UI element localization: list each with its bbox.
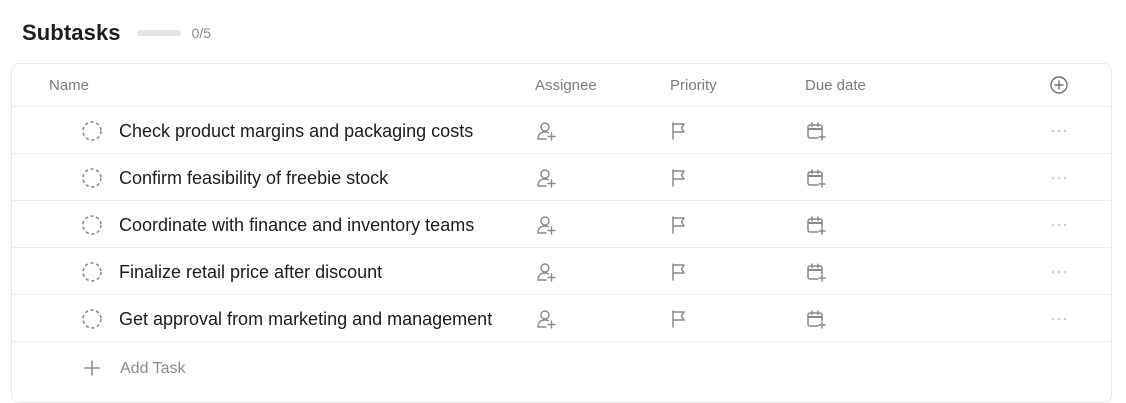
- calendar-add-icon: [805, 169, 827, 193]
- add-task-label: Add Task: [120, 360, 186, 377]
- section-title: Subtasks: [22, 20, 121, 45]
- due-date-cell[interactable]: [805, 308, 827, 330]
- add-person-icon: [535, 216, 557, 240]
- plus-icon: [84, 360, 100, 376]
- flag-icon: [668, 122, 690, 146]
- due-date-cell[interactable]: [805, 120, 827, 142]
- assignee-cell[interactable]: [535, 261, 557, 283]
- flag-icon: [668, 169, 690, 193]
- status-toggle[interactable]: [81, 308, 103, 330]
- task-name[interactable]: Confirm feasibility of freebie stock: [119, 167, 504, 189]
- status-toggle[interactable]: [81, 167, 103, 189]
- priority-cell[interactable]: [668, 308, 690, 330]
- status-toggle[interactable]: [81, 120, 103, 142]
- due-date-cell[interactable]: [805, 167, 827, 189]
- column-header-due-date[interactable]: Due date: [805, 77, 866, 95]
- flag-icon: [668, 310, 690, 334]
- assignee-cell[interactable]: [535, 308, 557, 330]
- add-person-icon: [535, 310, 557, 334]
- add-person-icon: [535, 122, 557, 146]
- subtasks-table: Name Assignee Priority Due date Check pr…: [11, 63, 1112, 403]
- row-more-button[interactable]: [1049, 308, 1069, 330]
- calendar-add-icon: [805, 216, 827, 240]
- priority-cell[interactable]: [668, 120, 690, 142]
- task-name[interactable]: Coordinate with finance and inventory te…: [119, 214, 504, 236]
- progress-bar: [136, 30, 181, 36]
- more-dots-icon: [1049, 270, 1069, 287]
- task-name[interactable]: Check product margins and packaging cost…: [119, 120, 504, 142]
- row-more-button[interactable]: [1049, 261, 1069, 283]
- calendar-add-icon: [805, 122, 827, 146]
- flag-icon: [668, 216, 690, 240]
- status-toggle[interactable]: [81, 261, 103, 283]
- column-header-priority[interactable]: Priority: [670, 77, 717, 95]
- calendar-add-icon: [805, 263, 827, 287]
- column-header-assignee[interactable]: Assignee: [535, 77, 597, 95]
- dashed-circle-icon: [81, 309, 103, 334]
- add-task-button[interactable]: Add Task: [12, 345, 1111, 392]
- dashed-circle-icon: [81, 215, 103, 240]
- task-name[interactable]: Finalize retail price after discount: [119, 261, 504, 283]
- task-name[interactable]: Get approval from marketing and manageme…: [119, 308, 504, 330]
- dashed-circle-icon: [81, 168, 103, 193]
- add-person-icon: [535, 169, 557, 193]
- assignee-cell[interactable]: [535, 214, 557, 236]
- add-person-icon: [535, 263, 557, 287]
- table-header: Name Assignee Priority Due date: [12, 64, 1111, 107]
- subtasks-header: Subtasks 0/5: [22, 18, 211, 48]
- calendar-add-icon: [805, 310, 827, 334]
- due-date-cell[interactable]: [805, 214, 827, 236]
- due-date-cell[interactable]: [805, 261, 827, 283]
- table-row[interactable]: Finalize retail price after discount: [12, 248, 1111, 295]
- assignee-cell[interactable]: [535, 167, 557, 189]
- dashed-circle-icon: [81, 262, 103, 287]
- priority-cell[interactable]: [668, 214, 690, 236]
- row-more-button[interactable]: [1049, 120, 1069, 142]
- row-more-button[interactable]: [1049, 167, 1069, 189]
- table-row[interactable]: Check product margins and packaging cost…: [12, 107, 1111, 154]
- table-row[interactable]: Coordinate with finance and inventory te…: [12, 201, 1111, 248]
- plus-circle-icon: [1050, 76, 1068, 94]
- more-dots-icon: [1049, 129, 1069, 146]
- table-row[interactable]: Confirm feasibility of freebie stock: [12, 154, 1111, 201]
- priority-cell[interactable]: [668, 167, 690, 189]
- column-header-name[interactable]: Name: [49, 77, 89, 95]
- table-row[interactable]: Get approval from marketing and manageme…: [12, 295, 1111, 342]
- more-dots-icon: [1049, 223, 1069, 240]
- priority-cell[interactable]: [668, 261, 690, 283]
- more-dots-icon: [1049, 176, 1069, 193]
- status-toggle[interactable]: [81, 214, 103, 236]
- progress-count: 0/5: [191, 25, 212, 41]
- dashed-circle-icon: [81, 121, 103, 146]
- row-more-button[interactable]: [1049, 214, 1069, 236]
- more-dots-icon: [1049, 317, 1069, 334]
- assignee-cell[interactable]: [535, 120, 557, 142]
- add-column-button[interactable]: [1049, 75, 1069, 95]
- flag-icon: [668, 263, 690, 287]
